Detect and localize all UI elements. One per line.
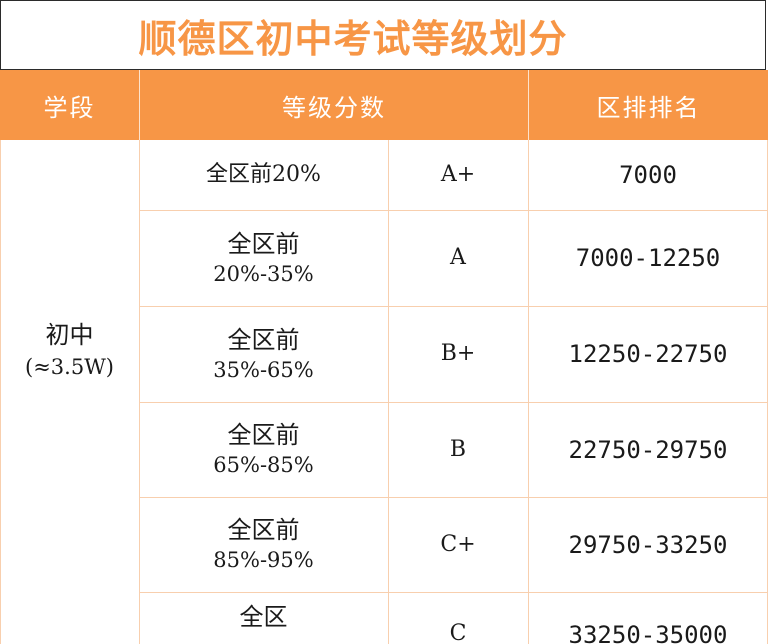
rank-text: 7000 <box>619 161 677 189</box>
grade-text: B <box>449 436 467 462</box>
table-row-rank: 7000-12250 <box>528 210 768 306</box>
range-percent: 35%-65% <box>213 357 314 382</box>
table-row-grade: C <box>388 620 528 644</box>
table-row-range: 全区前 35%-65% <box>139 306 388 402</box>
table-row-range: 全区前20% <box>139 140 388 210</box>
range-text: 全区前 <box>227 229 300 258</box>
header-stage: 学段 <box>43 93 96 122</box>
rank-text: 12250-22750 <box>568 340 728 368</box>
table-row-rank: 7000 <box>528 140 768 210</box>
grade-text: C <box>449 621 467 644</box>
table-row-grade: C+ <box>388 497 528 592</box>
table-body: 初中 (≈3.5W) 全区前20% A+ 7000 全区前 20%-35% A … <box>0 140 768 644</box>
table-row-grade: B+ <box>388 306 528 402</box>
range-percent: 20%-35% <box>213 261 314 286</box>
rank-text: 22750-29750 <box>568 435 728 464</box>
table-header: 学段 等级分数 区排排名 <box>0 70 768 140</box>
range-percent: 65%-85% <box>213 453 314 478</box>
table-row-rank: 33250-35000 <box>528 620 768 644</box>
table-row-grade: A+ <box>388 140 528 210</box>
table-row-rank: 12250-22750 <box>528 306 768 402</box>
range-text: 全区前 <box>227 516 300 545</box>
table-row-range: 全区前 85%-95% <box>139 497 388 592</box>
grade-text: A <box>450 245 466 271</box>
rank-text: 33250-35000 <box>568 621 728 644</box>
table-row-rank: 22750-29750 <box>528 402 768 497</box>
grid-line <box>139 592 768 593</box>
rank-text: 29750-33250 <box>568 530 728 559</box>
table-row-range: 全区 <box>139 602 388 642</box>
table-row-grade: B <box>388 402 528 497</box>
table-row-range: 全区前 20%-35% <box>139 210 388 306</box>
header-grade-score: 等级分数 <box>282 93 386 122</box>
title-bar: 顺德区初中考试等级划分 <box>0 0 766 70</box>
stage-name: 初中 <box>45 320 94 349</box>
table-row-range: 全区前 65%-85% <box>139 402 388 497</box>
range-text: 全区前20% <box>206 162 321 188</box>
range-percent: 85%-95% <box>213 548 314 573</box>
grade-text: C+ <box>440 531 476 557</box>
page: 顺德区初中考试等级划分 学段 等级分数 区排排名 初中 (≈3.5W) 全区前2… <box>0 0 768 644</box>
stage-note: (≈3.5W) <box>25 354 114 379</box>
grade-text: B+ <box>440 341 476 367</box>
stage-cell: 初中 (≈3.5W) <box>0 300 139 400</box>
rank-text: 7000-12250 <box>575 244 721 272</box>
grade-text: A+ <box>440 162 476 188</box>
table-row-rank: 29750-33250 <box>528 497 768 592</box>
range-text: 全区前 <box>227 421 300 450</box>
range-text: 全区 <box>239 603 288 631</box>
table-row-grade: A <box>388 210 528 306</box>
range-text: 全区前 <box>227 325 300 354</box>
header-rank: 区排排名 <box>596 93 701 122</box>
page-title: 顺德区初中考试等级划分 <box>138 18 568 61</box>
